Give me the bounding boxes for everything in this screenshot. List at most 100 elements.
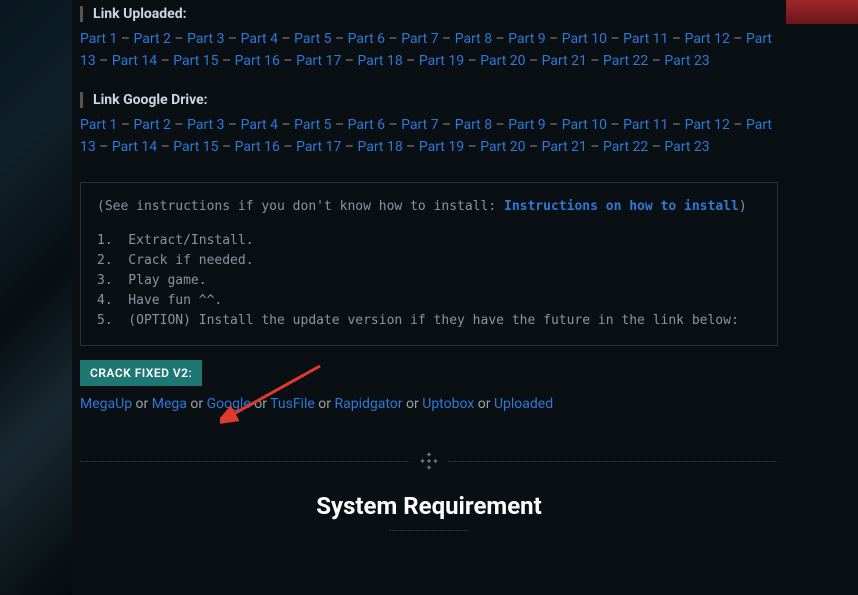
mirror-link[interactable]: MegaUp: [80, 396, 132, 412]
part-link[interactable]: Part 3: [187, 31, 224, 47]
part-link[interactable]: Part 20: [480, 53, 525, 69]
part-separator: –: [224, 117, 240, 133]
instructions-intro-post: ): [739, 199, 747, 214]
part-link[interactable]: Part 23: [664, 53, 709, 69]
part-link[interactable]: Part 23: [664, 139, 709, 155]
link-section-uploaded: Link Uploaded: Part 1 – Part 2 – Part 3 …: [80, 6, 778, 72]
part-separator: –: [385, 117, 401, 133]
mirror-link[interactable]: Rapidgator: [334, 396, 402, 412]
link-list-gdrive: Part 1 – Part 2 – Part 3 – Part 4 – Part…: [80, 114, 778, 158]
part-link[interactable]: Part 6: [348, 31, 385, 47]
part-link[interactable]: Part 17: [296, 53, 341, 69]
part-link[interactable]: Part 10: [562, 31, 607, 47]
part-link[interactable]: Part 17: [296, 139, 341, 155]
part-separator: –: [278, 31, 294, 47]
part-separator: –: [546, 31, 562, 47]
system-requirement-underline: [389, 530, 469, 531]
mirror-link[interactable]: Uploaded: [494, 396, 553, 412]
part-link[interactable]: Part 19: [419, 53, 464, 69]
part-link[interactable]: Part 10: [562, 117, 607, 133]
part-link[interactable]: Part 2: [134, 117, 171, 133]
mirror-separator: or: [403, 396, 423, 412]
part-link[interactable]: Part 14: [112, 53, 157, 69]
part-link[interactable]: Part 8: [455, 117, 492, 133]
install-step: 1. Extract/Install.: [97, 231, 761, 251]
part-link[interactable]: Part 6: [348, 117, 385, 133]
link-section-gdrive: Link Google Drive: Part 1 – Part 2 – Par…: [80, 92, 778, 158]
part-link[interactable]: Part 16: [235, 53, 280, 69]
part-separator: –: [525, 139, 541, 155]
main-content: Link Uploaded: Part 1 – Part 2 – Part 3 …: [80, 0, 778, 531]
part-separator: –: [492, 31, 508, 47]
part-separator: –: [219, 53, 235, 69]
link-heading-uploaded: Link Uploaded:: [80, 6, 778, 22]
part-link[interactable]: Part 1: [80, 117, 117, 133]
part-link[interactable]: Part 20: [480, 139, 525, 155]
part-separator: –: [332, 31, 348, 47]
part-link[interactable]: Part 5: [294, 31, 331, 47]
mirror-link[interactable]: Mega: [152, 396, 187, 412]
mirror-link[interactable]: Uptobox: [422, 396, 474, 412]
instructions-link[interactable]: Instructions on how to install: [504, 199, 739, 214]
mirror-link[interactable]: Google: [207, 396, 251, 412]
part-separator: –: [439, 117, 455, 133]
part-link[interactable]: Part 9: [508, 117, 545, 133]
background-right-strip: [786, 0, 858, 24]
mirror-separator: or: [132, 396, 152, 412]
part-link[interactable]: Part 16: [235, 139, 280, 155]
part-separator: –: [668, 117, 684, 133]
part-link[interactable]: Part 7: [401, 117, 438, 133]
part-link[interactable]: Part 4: [241, 31, 278, 47]
divider-line-right: [448, 461, 778, 462]
part-link[interactable]: Part 19: [419, 139, 464, 155]
part-separator: –: [96, 139, 112, 155]
part-link[interactable]: Part 15: [173, 53, 218, 69]
part-separator: –: [280, 53, 296, 69]
install-step: 4. Have fun ^^.: [97, 291, 761, 311]
part-separator: –: [341, 139, 357, 155]
part-link[interactable]: Part 18: [357, 139, 402, 155]
part-link[interactable]: Part 7: [401, 31, 438, 47]
part-separator: –: [587, 139, 603, 155]
part-separator: –: [171, 117, 187, 133]
part-separator: –: [648, 53, 664, 69]
system-requirement-heading: System Requirement: [80, 492, 778, 520]
part-link[interactable]: Part 3: [187, 117, 224, 133]
part-separator: –: [96, 53, 112, 69]
part-link[interactable]: Part 22: [603, 53, 648, 69]
part-separator: –: [280, 139, 296, 155]
part-separator: –: [385, 31, 401, 47]
part-link[interactable]: Part 4: [241, 117, 278, 133]
part-link[interactable]: Part 5: [294, 117, 331, 133]
part-separator: –: [439, 31, 455, 47]
part-separator: –: [403, 139, 419, 155]
part-link[interactable]: Part 9: [508, 31, 545, 47]
part-link[interactable]: Part 12: [685, 31, 730, 47]
part-separator: –: [607, 117, 623, 133]
part-link[interactable]: Part 11: [623, 31, 668, 47]
part-separator: –: [730, 31, 746, 47]
part-link[interactable]: Part 21: [542, 139, 587, 155]
part-separator: –: [278, 117, 294, 133]
part-separator: –: [587, 53, 603, 69]
part-link[interactable]: Part 1: [80, 31, 117, 47]
part-link[interactable]: Part 22: [603, 139, 648, 155]
part-link[interactable]: Part 8: [455, 31, 492, 47]
part-link[interactable]: Part 14: [112, 139, 157, 155]
install-step: 3. Play game.: [97, 271, 761, 291]
part-link[interactable]: Part 2: [134, 31, 171, 47]
mirror-separator: or: [187, 396, 207, 412]
part-separator: –: [525, 53, 541, 69]
part-separator: –: [546, 117, 562, 133]
part-separator: –: [332, 117, 348, 133]
part-link[interactable]: Part 21: [542, 53, 587, 69]
part-link[interactable]: Part 18: [357, 53, 402, 69]
part-link[interactable]: Part 11: [623, 117, 668, 133]
part-separator: –: [341, 53, 357, 69]
part-link[interactable]: Part 12: [685, 117, 730, 133]
part-separator: –: [219, 139, 235, 155]
part-separator: –: [607, 31, 623, 47]
part-link[interactable]: Part 15: [173, 139, 218, 155]
divider-line-left: [80, 461, 410, 462]
mirror-link[interactable]: TusFile: [270, 396, 315, 412]
